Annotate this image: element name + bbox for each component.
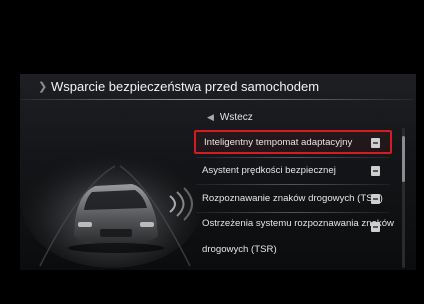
menu-item-label: Asystent prędkości bezpiecznej bbox=[202, 164, 336, 176]
menu-item-label: Inteligentny tempomat adaptacyjny bbox=[204, 136, 353, 148]
car-image bbox=[22, 144, 200, 268]
menu-item-tsr[interactable]: Rozpoznawanie znaków drogowych (TSR) bbox=[194, 186, 392, 210]
page-title: Wsparcie bezpieczeństwa przed samochodem bbox=[51, 79, 320, 94]
menu-divider bbox=[196, 184, 390, 185]
submenu-box-icon bbox=[371, 138, 380, 148]
header-divider bbox=[20, 99, 414, 100]
menu-divider bbox=[196, 212, 390, 213]
scrollbar-thumb[interactable] bbox=[402, 136, 405, 182]
screen: ❯ Wsparcie bezpieczeństwa przed samochod… bbox=[0, 0, 424, 304]
chevron-right-icon: ❯ bbox=[38, 81, 48, 93]
back-label: Wstecz bbox=[219, 111, 253, 123]
scrollbar[interactable] bbox=[402, 128, 405, 268]
car-illustration bbox=[20, 126, 200, 270]
submenu-box-icon bbox=[371, 166, 380, 176]
back-button[interactable]: ◀ Wstecz bbox=[207, 109, 253, 125]
menu-item-label: Rozpoznawanie znaków drogowych (TSR) bbox=[202, 192, 383, 204]
submenu-box-icon bbox=[371, 194, 380, 204]
back-arrow-icon: ◀ bbox=[207, 111, 214, 122]
menu-item-safe-speed[interactable]: Asystent prędkości bezpiecznej bbox=[194, 158, 392, 182]
menu-item-label-line1: Ostrzeżenia systemu rozpoznawania znaków bbox=[202, 218, 394, 229]
menu-item-adaptive-cruise[interactable]: Inteligentny tempomat adaptacyjny bbox=[194, 130, 392, 154]
menu-item-label-line2: drogowych (TSR) bbox=[202, 244, 277, 255]
submenu-box-icon bbox=[371, 222, 380, 232]
